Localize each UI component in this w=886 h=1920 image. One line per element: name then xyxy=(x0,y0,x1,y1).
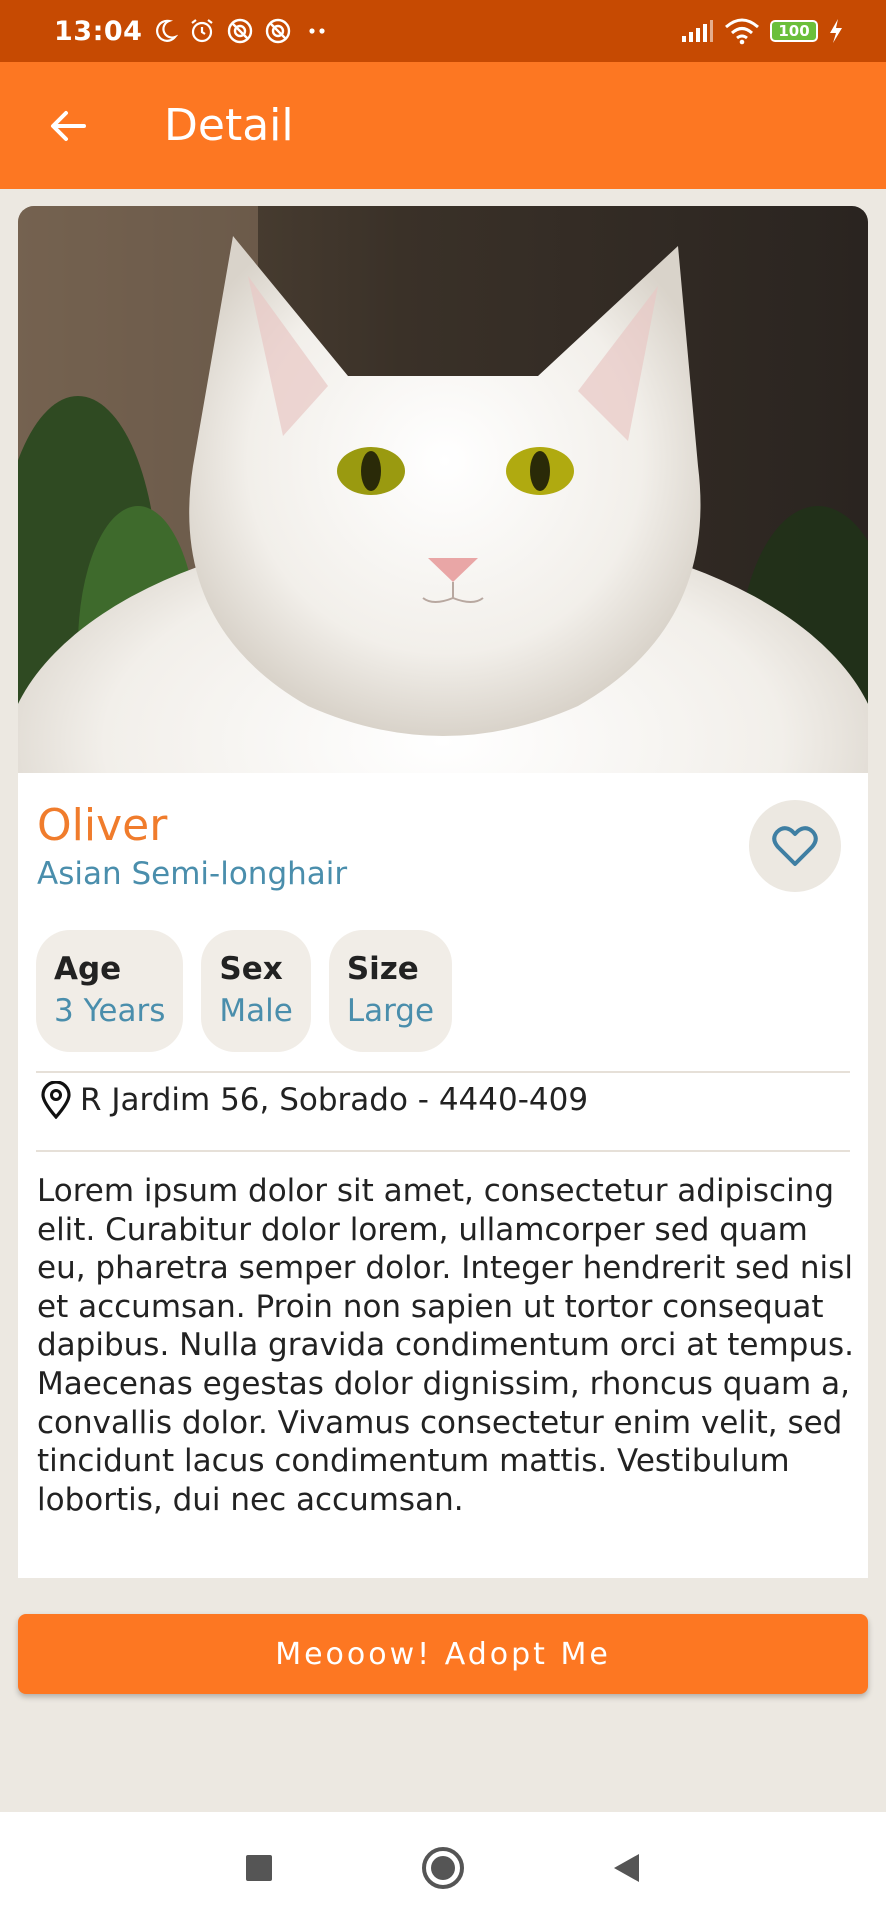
more-dots-icon xyxy=(302,21,332,41)
favorite-button[interactable] xyxy=(749,800,841,892)
sex-chip: Sex Male xyxy=(201,930,311,1052)
recents-button[interactable] xyxy=(231,1840,287,1896)
sex-label: Sex xyxy=(219,951,283,987)
notification-off-icon xyxy=(264,17,292,45)
recents-square-icon xyxy=(246,1855,272,1881)
age-value: 3 Years xyxy=(54,993,166,1029)
pet-breed: Asian Semi-longhair xyxy=(37,856,348,892)
pet-name: Oliver xyxy=(37,800,168,851)
pet-detail-card: Oliver Asian Semi-longhair Age 3 Years S… xyxy=(18,206,868,1578)
home-button[interactable] xyxy=(415,1840,471,1896)
heart-outline-icon xyxy=(772,826,818,866)
alarm-icon xyxy=(188,17,216,45)
signal-icon xyxy=(680,19,714,43)
divider-bottom xyxy=(36,1150,850,1152)
charging-icon xyxy=(828,18,844,44)
age-chip: Age 3 Years xyxy=(36,930,184,1052)
pet-photo xyxy=(18,206,868,773)
size-chip: Size Large xyxy=(328,930,453,1052)
size-label: Size xyxy=(346,951,419,987)
back-button[interactable] xyxy=(40,98,96,154)
notification-off-icon xyxy=(226,17,254,45)
attribute-chips: Age 3 Years Sex Male Size Large xyxy=(36,930,453,1052)
home-circle-icon xyxy=(422,1847,464,1889)
age-label: Age xyxy=(54,951,122,987)
status-time: 13:04 xyxy=(54,15,143,47)
back-triangle-icon xyxy=(614,1854,639,1882)
battery-icon: 100 xyxy=(770,20,818,42)
back-nav-button[interactable] xyxy=(598,1840,654,1896)
map-pin-icon xyxy=(41,1081,71,1119)
moon-icon xyxy=(152,18,179,44)
location-row: R Jardim 56, Sobrado - 4440-409 xyxy=(40,1072,588,1128)
adopt-button[interactable]: Meooow! Adopt Me xyxy=(18,1614,868,1694)
location-text: R Jardim 56, Sobrado - 4440-409 xyxy=(80,1082,589,1118)
status-right: 100 xyxy=(680,0,844,62)
sex-value: Male xyxy=(219,993,293,1029)
size-value: Large xyxy=(346,993,435,1029)
status-bar: 13:04 100 xyxy=(0,0,886,62)
arrow-left-icon xyxy=(51,111,86,141)
system-nav-bar xyxy=(0,1812,886,1920)
app-bar: Detail xyxy=(0,62,886,189)
wifi-icon xyxy=(724,17,760,45)
pet-description: Lorem ipsum dolor sit amet, consectetur … xyxy=(37,1173,854,1518)
status-left: 13:04 xyxy=(54,0,332,62)
page-title: Detail xyxy=(164,100,294,151)
